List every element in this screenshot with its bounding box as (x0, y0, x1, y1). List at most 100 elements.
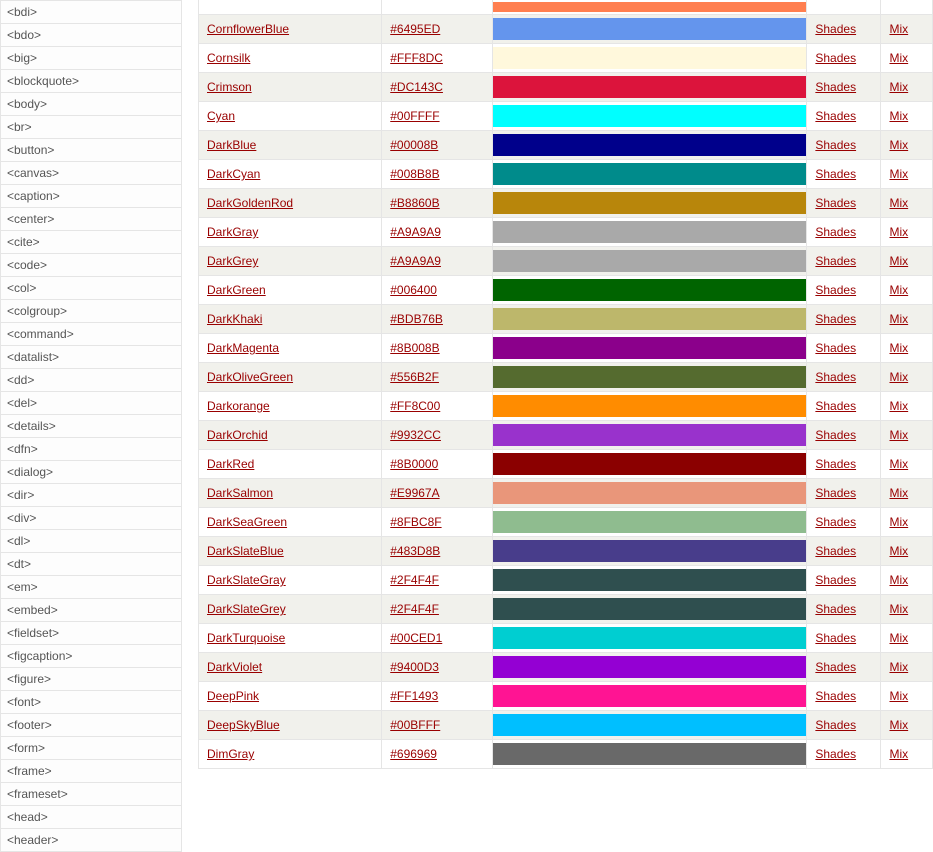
sidebar-tag-item[interactable]: <button> (0, 139, 182, 162)
mix-link[interactable]: Mix (889, 573, 908, 587)
sidebar-tag-item[interactable]: <datalist> (0, 346, 182, 369)
color-hex-link[interactable]: #696969 (390, 747, 437, 761)
color-name-link[interactable]: DarkOrchid (207, 428, 268, 442)
shades-link[interactable]: Shades (815, 254, 856, 268)
sidebar-tag-item[interactable]: <cite> (0, 231, 182, 254)
shades-link[interactable]: Shades (815, 631, 856, 645)
sidebar-tag-item[interactable]: <command> (0, 323, 182, 346)
sidebar-tag-item[interactable]: <footer> (0, 714, 182, 737)
shades-link[interactable]: Shades (815, 341, 856, 355)
sidebar-tag-item[interactable]: <del> (0, 392, 182, 415)
color-name-link[interactable]: DarkTurquoise (207, 631, 285, 645)
shades-link[interactable]: Shades (815, 80, 856, 94)
sidebar-tag-item[interactable]: <bdi> (0, 0, 182, 24)
color-hex-link[interactable]: #8B008B (390, 341, 439, 355)
color-name-link[interactable]: DeepSkyBlue (207, 718, 280, 732)
sidebar-tag-item[interactable]: <form> (0, 737, 182, 760)
mix-link[interactable]: Mix (889, 602, 908, 616)
mix-link[interactable]: Mix (889, 196, 908, 210)
sidebar-tag-item[interactable]: <em> (0, 576, 182, 599)
color-hex-link[interactable]: #2F4F4F (390, 573, 439, 587)
sidebar-tag-item[interactable]: <dfn> (0, 438, 182, 461)
mix-link[interactable]: Mix (889, 167, 908, 181)
sidebar-tag-item[interactable]: <embed> (0, 599, 182, 622)
mix-link[interactable]: Mix (889, 312, 908, 326)
color-hex-link[interactable]: #9932CC (390, 428, 441, 442)
color-hex-link[interactable]: #00CED1 (390, 631, 442, 645)
color-name-link[interactable]: DarkOliveGreen (207, 370, 293, 384)
color-hex-link[interactable]: #6495ED (390, 22, 440, 36)
shades-link[interactable]: Shades (815, 457, 856, 471)
color-name-link[interactable]: Cornsilk (207, 51, 250, 65)
color-hex-link[interactable]: #9400D3 (390, 660, 439, 674)
color-name-link[interactable]: DarkSlateGrey (207, 602, 286, 616)
shades-link[interactable]: Shades (815, 515, 856, 529)
mix-link[interactable]: Mix (889, 254, 908, 268)
mix-link[interactable]: Mix (889, 109, 908, 123)
shades-link[interactable]: Shades (815, 486, 856, 500)
color-hex-link[interactable]: #00008B (390, 138, 438, 152)
shades-link[interactable]: Shades (815, 399, 856, 413)
mix-link[interactable]: Mix (889, 80, 908, 94)
mix-link[interactable]: Mix (889, 689, 908, 703)
color-hex-link[interactable]: #00FFFF (390, 109, 439, 123)
sidebar-tag-item[interactable]: <bdo> (0, 24, 182, 47)
shades-link[interactable]: Shades (815, 196, 856, 210)
sidebar-tag-item[interactable]: <div> (0, 507, 182, 530)
color-hex-link[interactable]: #006400 (390, 283, 437, 297)
color-hex-link[interactable]: #FF1493 (390, 689, 438, 703)
sidebar-tag-item[interactable]: <blockquote> (0, 70, 182, 93)
color-hex-link[interactable]: #B8860B (390, 196, 439, 210)
color-hex-link[interactable]: #8B0000 (390, 457, 438, 471)
color-hex-link[interactable]: #A9A9A9 (390, 225, 441, 239)
mix-link[interactable]: Mix (889, 22, 908, 36)
sidebar-tag-item[interactable]: <big> (0, 47, 182, 70)
sidebar-tag-item[interactable]: <figcaption> (0, 645, 182, 668)
color-hex-link[interactable]: #008B8B (390, 167, 439, 181)
mix-link[interactable]: Mix (889, 138, 908, 152)
color-hex-link[interactable]: #2F4F4F (390, 602, 439, 616)
sidebar-tag-item[interactable]: <fieldset> (0, 622, 182, 645)
color-hex-link[interactable]: #E9967A (390, 486, 439, 500)
shades-link[interactable]: Shades (815, 660, 856, 674)
sidebar-tag-item[interactable]: <caption> (0, 185, 182, 208)
sidebar-tag-item[interactable]: <dt> (0, 553, 182, 576)
color-name-link[interactable]: DarkSalmon (207, 486, 273, 500)
color-name-link[interactable]: DimGray (207, 747, 254, 761)
mix-link[interactable]: Mix (889, 544, 908, 558)
shades-link[interactable]: Shades (815, 22, 856, 36)
sidebar-tag-item[interactable]: <frameset> (0, 783, 182, 806)
sidebar-tag-item[interactable]: <header> (0, 829, 182, 852)
mix-link[interactable]: Mix (889, 660, 908, 674)
shades-link[interactable]: Shades (815, 428, 856, 442)
sidebar-tag-item[interactable]: <dd> (0, 369, 182, 392)
sidebar-tag-item[interactable]: <col> (0, 277, 182, 300)
color-hex-link[interactable]: #00BFFF (390, 718, 440, 732)
shades-link[interactable]: Shades (815, 138, 856, 152)
sidebar-tag-item[interactable]: <colgroup> (0, 300, 182, 323)
color-hex-link[interactable]: #483D8B (390, 544, 440, 558)
mix-link[interactable]: Mix (889, 428, 908, 442)
shades-link[interactable]: Shades (815, 689, 856, 703)
sidebar-tag-item[interactable]: <details> (0, 415, 182, 438)
color-name-link[interactable]: DarkCyan (207, 167, 260, 181)
sidebar-tag-item[interactable]: <frame> (0, 760, 182, 783)
color-name-link[interactable]: DarkMagenta (207, 341, 279, 355)
sidebar-tag-item[interactable]: <head> (0, 806, 182, 829)
mix-link[interactable]: Mix (889, 486, 908, 500)
sidebar-tag-item[interactable]: <figure> (0, 668, 182, 691)
shades-link[interactable]: Shades (815, 718, 856, 732)
color-hex-link[interactable]: #556B2F (390, 370, 439, 384)
color-name-link[interactable]: DarkGoldenRod (207, 196, 293, 210)
shades-link[interactable]: Shades (815, 167, 856, 181)
mix-link[interactable]: Mix (889, 370, 908, 384)
color-name-link[interactable]: DarkGreen (207, 283, 266, 297)
shades-link[interactable]: Shades (815, 602, 856, 616)
color-name-link[interactable]: Crimson (207, 80, 252, 94)
color-hex-link[interactable]: #A9A9A9 (390, 254, 441, 268)
color-hex-link[interactable]: #8FBC8F (390, 515, 441, 529)
color-hex-link[interactable]: #BDB76B (390, 312, 443, 326)
shades-link[interactable]: Shades (815, 747, 856, 761)
mix-link[interactable]: Mix (889, 283, 908, 297)
sidebar-tag-item[interactable]: <center> (0, 208, 182, 231)
